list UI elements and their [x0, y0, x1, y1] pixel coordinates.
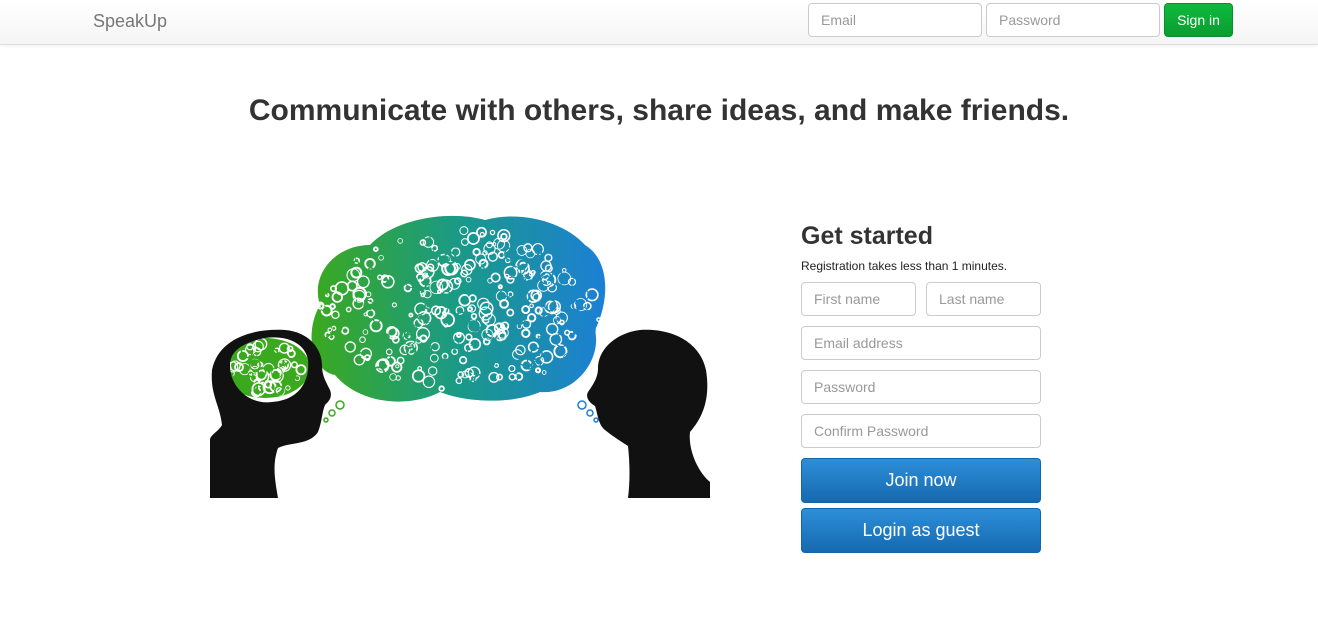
speech-trail-dot — [335, 400, 345, 410]
signup-subtitle: Registration takes less than 1 minutes. — [801, 259, 1008, 273]
signin-button[interactable]: Sign in — [1164, 3, 1233, 37]
password-input[interactable] — [801, 370, 1041, 404]
signup-title: Get started — [801, 222, 933, 250]
speech-trail-dot — [323, 417, 329, 423]
first-name-input[interactable] — [801, 282, 916, 316]
confirm-password-input[interactable] — [801, 414, 1041, 448]
signup-form: Get started Registration takes less than… — [801, 222, 1041, 553]
signin-email-input[interactable] — [808, 3, 982, 37]
speech-trail-dot — [586, 409, 594, 417]
speech-trail-dot — [577, 400, 587, 410]
join-now-button[interactable]: Join now — [801, 458, 1041, 503]
speech-trail-dot — [328, 409, 336, 417]
top-navbar: SpeakUp Sign in — [0, 0, 1318, 45]
signin-password-input[interactable] — [986, 3, 1160, 37]
last-name-input[interactable] — [926, 282, 1041, 316]
page-headline: Communicate with others, share ideas, an… — [248, 94, 1070, 127]
speech-trail-dot — [593, 417, 599, 423]
name-row — [801, 282, 1041, 316]
two-heads-speech-bubble-illustration — [210, 210, 710, 498]
right-head-silhouette — [587, 329, 710, 498]
brand-logo-link[interactable]: SpeakUp — [93, 11, 167, 32]
login-as-guest-button[interactable]: Login as guest — [801, 508, 1041, 553]
email-address-input[interactable] — [801, 326, 1041, 360]
